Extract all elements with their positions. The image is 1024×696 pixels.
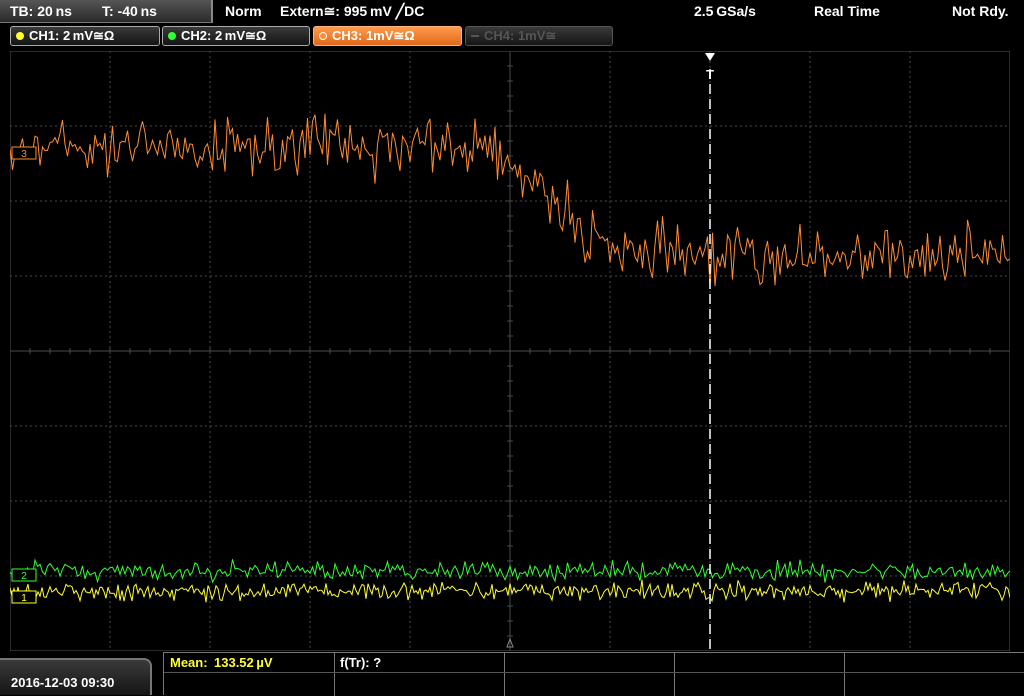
mean-label: Mean:: [170, 655, 208, 670]
channel-bar: CH1: 2 mV≅Ω CH2: 2 mV≅Ω CH3: 1mV≅Ω CH4: …: [0, 26, 1024, 48]
channel-1-marker[interactable]: 1: [11, 590, 37, 604]
timebase-box[interactable]: TB: 20 ns T: -40 ns: [0, 0, 213, 23]
channel-1-label: CH1: 2 mV≅Ω: [29, 28, 115, 43]
frequency-measurement: f(Tr): ?: [340, 655, 382, 670]
trigger-marker: T: [706, 67, 714, 82]
acquisition-mode: Real Time: [814, 3, 880, 19]
acquisition-status: Not Rdy.: [952, 3, 1009, 19]
channel-1-button[interactable]: CH1: 2 mV≅Ω: [10, 26, 160, 46]
channel-1-dot-icon: [16, 32, 24, 40]
channel-4-dash-icon: [471, 35, 479, 37]
measurement-panel[interactable]: Mean: 133.52 µV f(Tr): ?: [163, 652, 1024, 696]
channel-4-label: CH4: 1mV≅: [484, 28, 557, 43]
channel-2-label: CH2: 2 mV≅Ω: [181, 28, 267, 43]
channel-2-button[interactable]: CH2: 2 mV≅Ω: [162, 26, 310, 46]
channel-2-marker[interactable]: 2: [11, 568, 37, 582]
channel-3-button[interactable]: CH3: 1mV≅Ω: [313, 26, 462, 46]
status-bar: TB: 20 ns T: -40 ns Norm Extern≅: 995 mV…: [0, 0, 1024, 24]
bottom-bar: 2016-12-03 09:30 Mean: 133.52 µV f(Tr): …: [0, 652, 1024, 696]
channel-4-button[interactable]: CH4: 1mV≅: [465, 26, 613, 46]
channel-2-marker-label: 2: [21, 571, 27, 582]
datetime: 2016-12-03 09:30: [11, 675, 115, 690]
trigger-time-readout: T: -40 ns: [102, 3, 157, 19]
channel-1-marker-label: 1: [21, 593, 27, 604]
channel-3-label: CH3: 1mV≅Ω: [332, 28, 415, 43]
datetime-box: 2016-12-03 09:30: [0, 658, 152, 695]
channel-3-marker[interactable]: 3: [11, 146, 37, 160]
waveform-display[interactable]: T 3 2 1: [9, 50, 1011, 652]
sample-rate: 2.5 GSa/s: [694, 3, 756, 19]
trigger-source[interactable]: Extern≅: 995 mV ╱DC: [280, 3, 424, 20]
timebase-readout: TB: 20 ns: [10, 3, 72, 19]
channel-2-dot-icon: [168, 32, 176, 40]
waveform-grid[interactable]: T 3 2 1: [9, 50, 1011, 652]
mean-value: 133.52 µV: [214, 655, 273, 670]
channel-3-dot-icon: [319, 32, 327, 40]
trigger-mode[interactable]: Norm: [225, 3, 262, 19]
channel-3-marker-label: 3: [21, 149, 27, 160]
